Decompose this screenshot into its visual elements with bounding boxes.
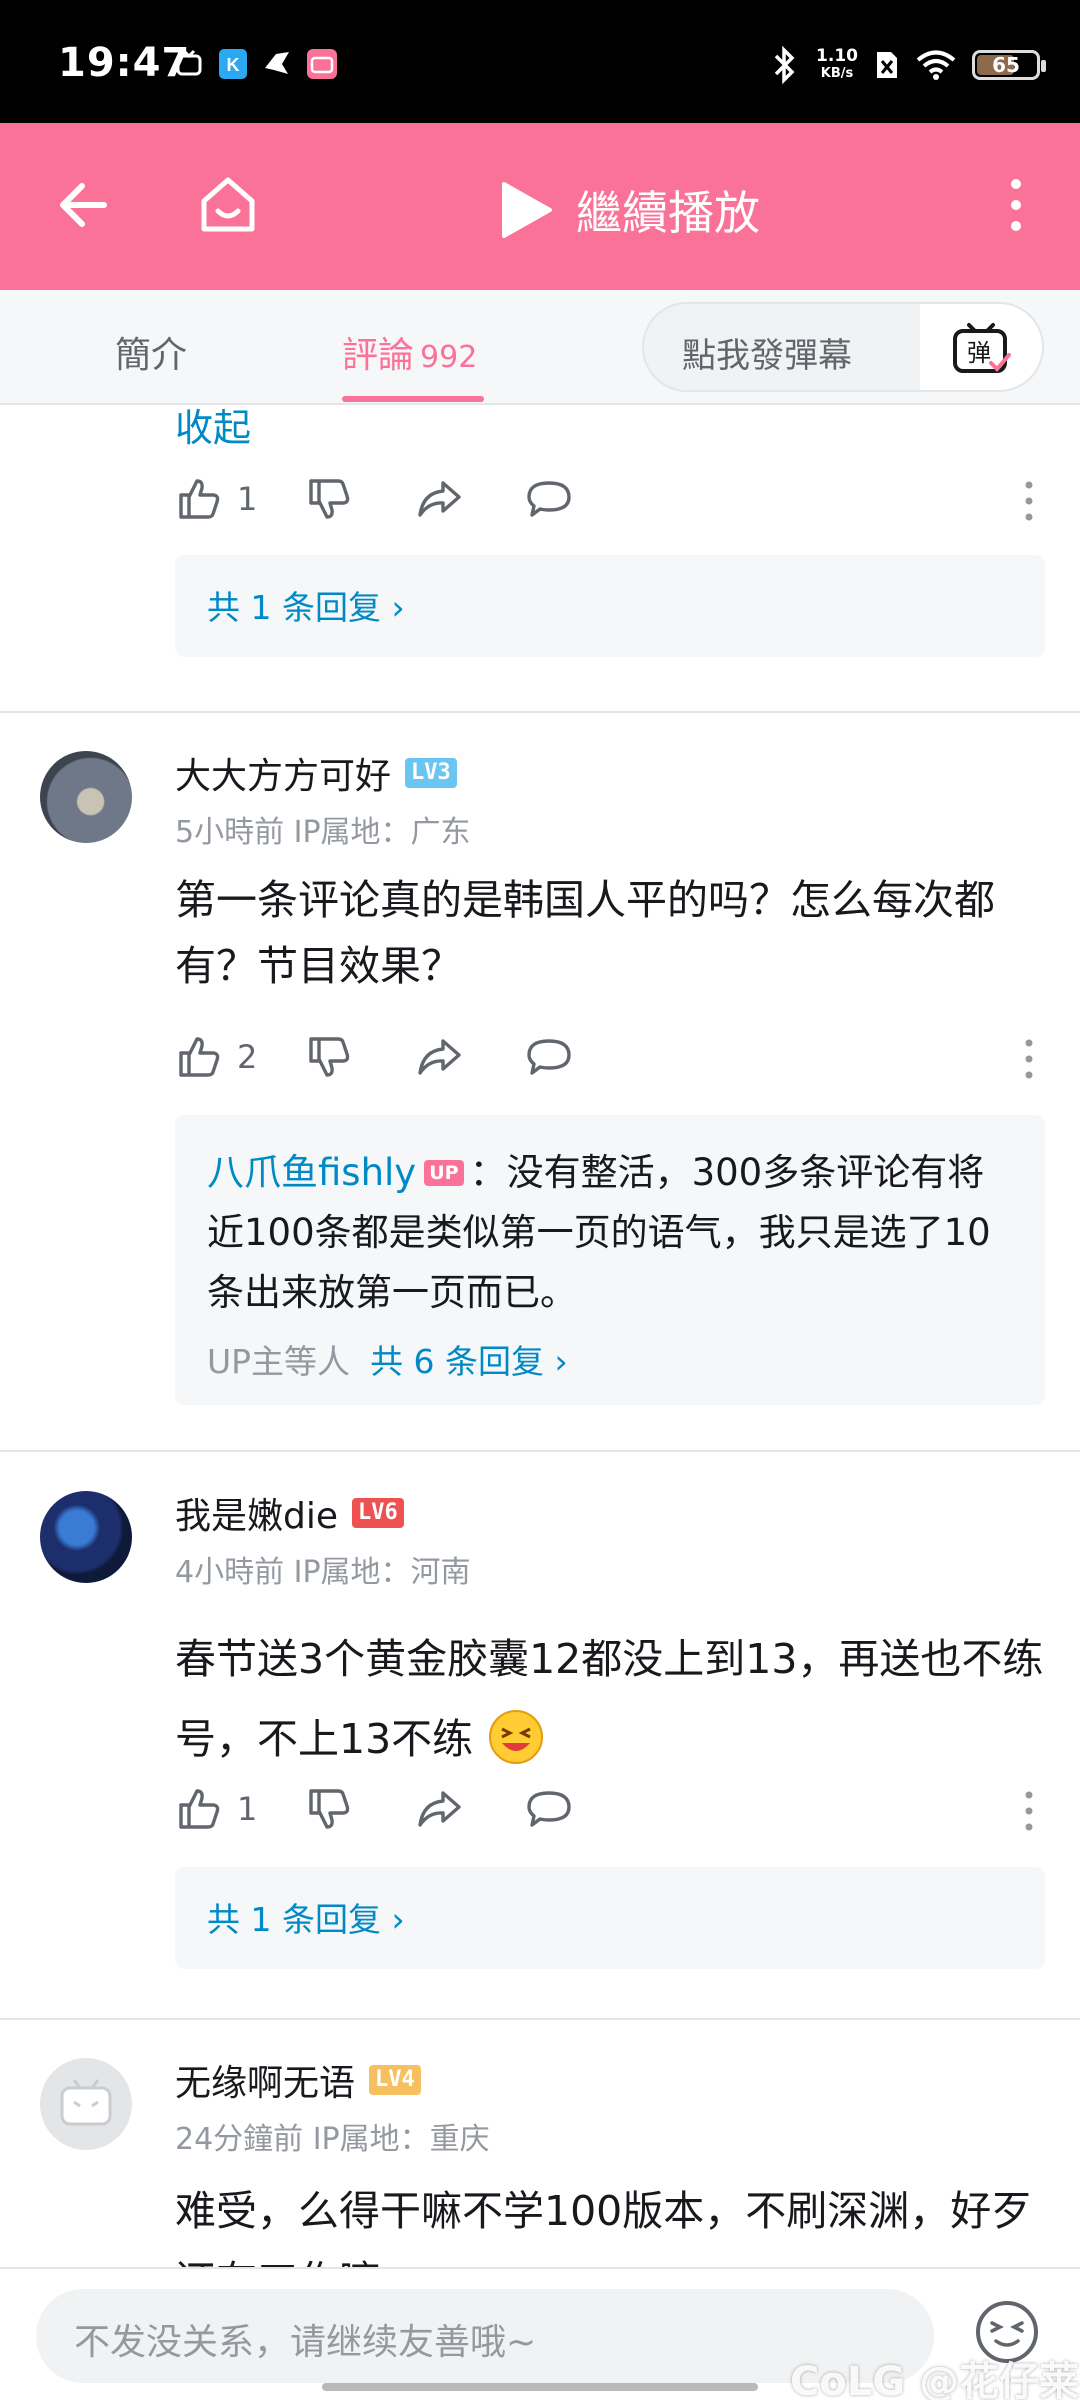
comment-content: 春节送3个黄金胶囊12都没上到13，再送也不练号，不上13不练 (175, 1619, 1045, 1779)
share-icon (418, 1039, 461, 1075)
sub-reply: 八爪鱼fishly UP ：没有整活，300多条评论有将近100条都是类似第一页的语… (175, 1115, 1045, 1323)
network-speed: 1.10 KB/s (816, 46, 858, 81)
thumbs-up-icon (179, 1789, 220, 1829)
default-avatar-icon (60, 2079, 112, 2126)
thumbs-up-icon (179, 1037, 220, 1077)
dislike-button[interactable] (305, 475, 353, 523)
share-button[interactable] (415, 1033, 463, 1081)
comment-input-bar: 不发没关系，请继续友善哦~ CoLG @花仔莱 (0, 2267, 1080, 2400)
view-replies-link[interactable]: 共 1 条回复 › (207, 1893, 405, 1941)
laughing-emoji-icon (489, 1710, 544, 1764)
danmaku-placeholder: 點我發彈幕 (682, 336, 852, 376)
view-replies-link[interactable]: 共 6 条回复 › (370, 1335, 568, 1383)
comment-actions: 1 (175, 1785, 1035, 1841)
like-button[interactable]: 2 (175, 1033, 257, 1081)
bird-notification-icon (265, 52, 289, 74)
avatar[interactable] (40, 1491, 132, 1583)
sim-off-icon (877, 52, 897, 78)
dislike-button[interactable] (305, 1785, 353, 1833)
speech-bubble-icon (527, 481, 571, 517)
status-bar: 19:47 K 1.10 KB/s 65 (0, 0, 1080, 123)
video-app-bar: 繼續播放 (0, 123, 1080, 290)
thumbs-down-icon (309, 479, 350, 519)
sub-reply-author[interactable]: 八爪鱼fishly (207, 1151, 416, 1194)
sub-reply-footer: UP主等人共 6 条回复 › (175, 1323, 1045, 1411)
share-icon (418, 1791, 461, 1827)
gesture-home-indicator[interactable] (322, 2383, 758, 2391)
comment-more-icon[interactable] (1023, 479, 1035, 523)
tab-intro[interactable]: 簡介 (115, 326, 187, 378)
home-icon[interactable] (196, 173, 260, 237)
speech-bubble-icon (527, 1039, 571, 1075)
like-button[interactable]: 1 (175, 1785, 257, 1833)
play-icon (502, 182, 552, 238)
comment-count: 992 (420, 340, 478, 375)
danmaku-input[interactable]: 點我發彈幕 弹 (642, 302, 1044, 392)
up-badge: UP (424, 1160, 464, 1186)
status-time: 19:47 (58, 40, 191, 86)
battery-indicator: 65 (972, 50, 1046, 80)
continue-play-label: 繼續播放 (576, 186, 760, 240)
share-icon (418, 481, 461, 517)
comment-content: 难受，么得干嘛不学100版本，不刷深渊，好歹还有工作嘛 (175, 2187, 1033, 2267)
dislike-button[interactable] (305, 1033, 353, 1081)
comment-username[interactable]: 大大方方可好 LV3 (175, 747, 457, 799)
level-badge: LV6 (352, 1498, 404, 1528)
comment-actions: 1 (175, 475, 1035, 531)
comment-meta: 5小時前 IP属地：广东 (175, 815, 471, 850)
reply-summary-box[interactable]: 共 1 条回复 › (175, 1867, 1045, 1969)
comment-more-icon[interactable] (1023, 1037, 1035, 1081)
wifi-icon (916, 50, 956, 80)
danmaku-toggle-button[interactable]: 弹 (920, 304, 1042, 390)
active-tab-indicator (342, 396, 484, 402)
more-vertical-icon[interactable] (1006, 175, 1026, 235)
k-app-notification-icon: K (219, 49, 247, 79)
comment-content: 第一条评论真的是韩国人平的吗？怎么每次都有？节目效果？ (175, 876, 995, 990)
comment-divider (0, 2018, 1080, 2020)
comment-list[interactable]: 收起 1 共 1 条回复 › 大大方方可好 LV3 5小時前 IP属地：广东 第… (0, 407, 1080, 2267)
comment-actions: 2 (175, 1033, 1035, 1089)
reply-button[interactable] (525, 1033, 573, 1081)
comment-divider (0, 711, 1080, 713)
svg-text:弹: 弹 (967, 339, 991, 367)
tab-bar: 簡介 評論 992 點我發彈幕 弹 (0, 290, 1080, 405)
comment-more-icon[interactable] (1023, 1789, 1035, 1833)
svg-text:K: K (227, 55, 240, 75)
tab-comments[interactable]: 評論 992 (342, 326, 477, 378)
share-button[interactable] (415, 475, 463, 523)
reply-summary-box[interactable]: 共 1 条回复 › (175, 555, 1045, 657)
comment-username[interactable]: 无缘啊无语 LV4 (175, 2054, 421, 2106)
comment-meta: 4小時前 IP属地：河南 (175, 1555, 471, 1590)
bluetooth-icon (774, 45, 795, 85)
comment-divider (0, 1450, 1080, 1452)
reply-button[interactable] (525, 1785, 573, 1833)
collapse-link[interactable]: 收起 (175, 407, 251, 452)
level-badge: LV3 (405, 758, 457, 788)
speech-bubble-icon (527, 1791, 571, 1827)
continue-play-button[interactable]: 繼續播放 (498, 177, 760, 243)
watermark: CoLG @花仔莱 (790, 2359, 1080, 2400)
reply-button[interactable] (525, 475, 573, 523)
thumbs-down-icon (309, 1789, 350, 1829)
tv-notification-icon (176, 49, 202, 76)
like-button[interactable]: 1 (175, 475, 257, 523)
back-arrow-icon[interactable] (54, 175, 114, 235)
comment-meta: 24分鐘前 IP属地：重庆 (175, 2122, 490, 2157)
bilibili-notification-icon (307, 49, 337, 79)
avatar[interactable] (40, 751, 132, 843)
danmaku-tv-icon: 弹 (953, 323, 1011, 373)
level-badge: LV4 (369, 2065, 421, 2095)
comment-username[interactable]: 我是嫩die LV6 (175, 1487, 404, 1539)
thumbs-up-icon (179, 479, 220, 519)
sub-reply-box[interactable]: 八爪鱼fishly UP ：没有整活，300多条评论有将近100条都是类似第一页的语… (175, 1115, 1045, 1405)
thumbs-down-icon (309, 1037, 350, 1077)
avatar[interactable] (40, 2058, 132, 2150)
share-button[interactable] (415, 1785, 463, 1833)
view-replies-link[interactable]: 共 1 条回复 › (207, 581, 405, 629)
